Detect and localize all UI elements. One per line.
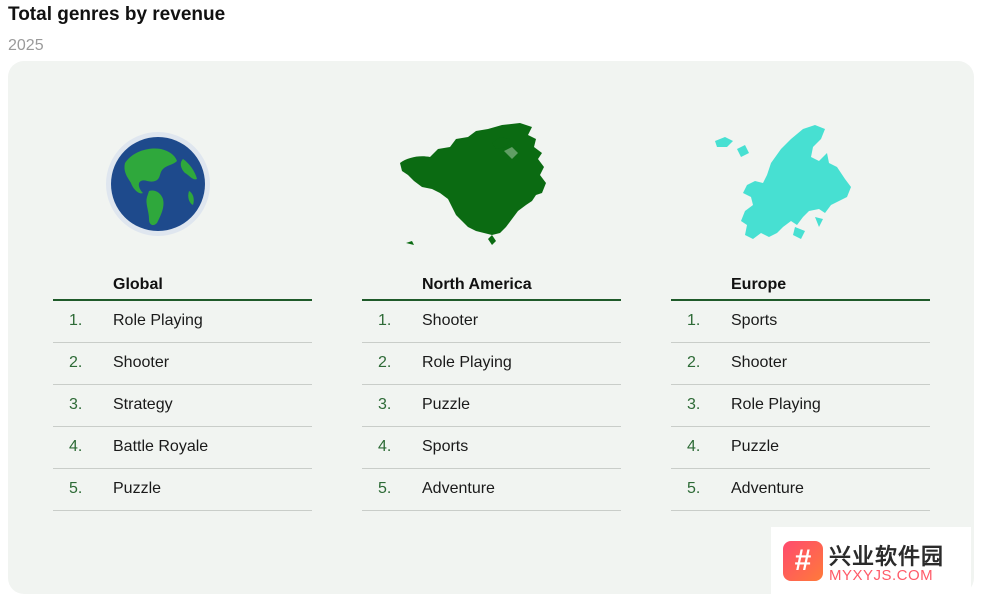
page-title: Total genres by revenue xyxy=(8,4,226,25)
page-subtitle-year: 2025 xyxy=(8,37,44,54)
rank-number: 3. xyxy=(378,396,392,413)
list-item: 4. Sports xyxy=(362,427,621,469)
list-item: 2. Role Playing xyxy=(362,343,621,385)
genre-label: Role Playing xyxy=(113,312,203,329)
rank-number: 4. xyxy=(69,438,83,455)
genre-label: Puzzle xyxy=(422,396,471,413)
rank-number: 3. xyxy=(687,396,701,413)
genre-label: Sports xyxy=(731,312,778,329)
rank-number: 2. xyxy=(687,354,701,371)
region-heading: Global xyxy=(53,273,312,301)
region-heading: Europe xyxy=(671,273,930,301)
ranking-list: 1. Shooter 2. Role Playing 3. Puzzle 4. Spor… xyxy=(362,301,621,511)
list-item: 2. Shooter xyxy=(53,343,312,385)
genre-label: Battle Royale xyxy=(113,438,209,455)
watermark: # 兴业软件园 MYXYJS.COM xyxy=(771,527,971,597)
region-heading: North America xyxy=(362,273,621,301)
rank-number: 4. xyxy=(378,438,392,455)
genre-label: Sports xyxy=(422,438,469,455)
rank-number: 2. xyxy=(69,354,83,371)
watermark-logo-icon: # xyxy=(783,541,823,581)
list-item: 4. Puzzle xyxy=(671,427,930,469)
genres-panel: Global 1. Role Playing 2. Shooter 3. Strate… xyxy=(8,61,974,594)
list-item: 1. Shooter xyxy=(362,301,621,343)
list-item: 1. Sports xyxy=(671,301,930,343)
rank-number: 5. xyxy=(378,480,392,497)
rank-number: 1. xyxy=(378,312,392,329)
genre-label: Strategy xyxy=(113,396,173,413)
genre-label: Shooter xyxy=(422,312,479,329)
genre-label: Puzzle xyxy=(113,480,162,497)
region-column-global: Global 1. Role Playing 2. Shooter 3. Strate… xyxy=(53,61,312,594)
region-name: Global xyxy=(113,276,163,293)
europe-map-icon xyxy=(671,123,930,251)
list-item: 5. Puzzle xyxy=(53,469,312,511)
list-item: 3. Strategy xyxy=(53,385,312,427)
region-column-north-america: North America 1. Shooter 2. Role Playing 3… xyxy=(362,61,621,594)
ranking-list: 1. Sports 2. Shooter 3. Role Playing 4. Puzz… xyxy=(671,301,930,511)
list-item: 2. Shooter xyxy=(671,343,930,385)
list-item: 4. Battle Royale xyxy=(53,427,312,469)
genre-label: Role Playing xyxy=(422,354,512,371)
list-item: 3. Role Playing xyxy=(671,385,930,427)
genre-label: Shooter xyxy=(731,354,788,371)
list-item: 5. Adventure xyxy=(362,469,621,511)
rank-number: 2. xyxy=(378,354,392,371)
rank-number: 5. xyxy=(69,480,83,497)
list-item: 3. Puzzle xyxy=(362,385,621,427)
rank-number: 1. xyxy=(69,312,83,329)
rank-number: 1. xyxy=(687,312,701,329)
list-item: 5. Adventure xyxy=(671,469,930,511)
genre-label: Adventure xyxy=(422,480,495,497)
globe-icon xyxy=(53,123,312,251)
genre-label: Puzzle xyxy=(731,438,780,455)
genre-label: Adventure xyxy=(731,480,804,497)
rank-number: 5. xyxy=(687,480,701,497)
watermark-logo-glyph: # xyxy=(794,544,812,577)
rank-number: 4. xyxy=(687,438,701,455)
region-name: Europe xyxy=(731,276,787,293)
ranking-list: 1. Role Playing 2. Shooter 3. Strategy 4. Ba… xyxy=(53,301,312,511)
rank-number: 3. xyxy=(69,396,83,413)
north-america-map-icon xyxy=(362,123,621,251)
genre-label: Role Playing xyxy=(731,396,821,413)
region-column-europe: Europe 1. Sports 2. Shooter 3. Role Playing… xyxy=(671,61,930,594)
genre-label: Shooter xyxy=(113,354,170,371)
list-item: 1. Role Playing xyxy=(53,301,312,343)
watermark-text-en: MYXYJS.COM xyxy=(829,567,934,584)
region-name: North America xyxy=(422,276,532,293)
